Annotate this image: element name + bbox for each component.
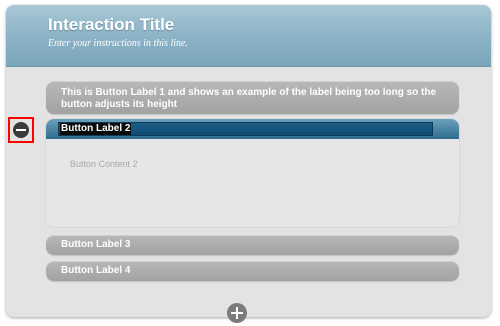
accordion-label-4: Button Label 4 xyxy=(61,265,131,276)
add-item-button[interactable] xyxy=(227,303,247,323)
accordion-button-4[interactable]: Button Label 4 xyxy=(46,261,459,281)
accordion-content-2: Button Content 2 xyxy=(70,159,138,169)
minus-circle-icon xyxy=(13,122,29,138)
header-banner: Interaction Title Enter your instruction… xyxy=(6,5,491,67)
interaction-title: Interaction Title xyxy=(48,15,175,34)
instructions-text: Enter your instructions in this line. xyxy=(48,38,188,49)
accordion-button-2[interactable]: Button Label 2 xyxy=(46,119,459,139)
accordion-label-1: This is Button Label 1 and shows an exam… xyxy=(61,87,437,110)
interaction-card: Interaction Title Enter your instruction… xyxy=(6,5,491,317)
accordion-button-3[interactable]: Button Label 3 xyxy=(46,235,459,255)
accordion-panel-2: Button Label 2 Button Content 2 xyxy=(46,119,459,227)
accordion-label-3: Button Label 3 xyxy=(61,239,131,250)
remove-item-button[interactable] xyxy=(8,117,34,143)
accordion-button-1[interactable]: This is Button Label 1 and shows an exam… xyxy=(46,81,459,114)
accordion-label-2: Button Label 2 xyxy=(60,123,132,135)
